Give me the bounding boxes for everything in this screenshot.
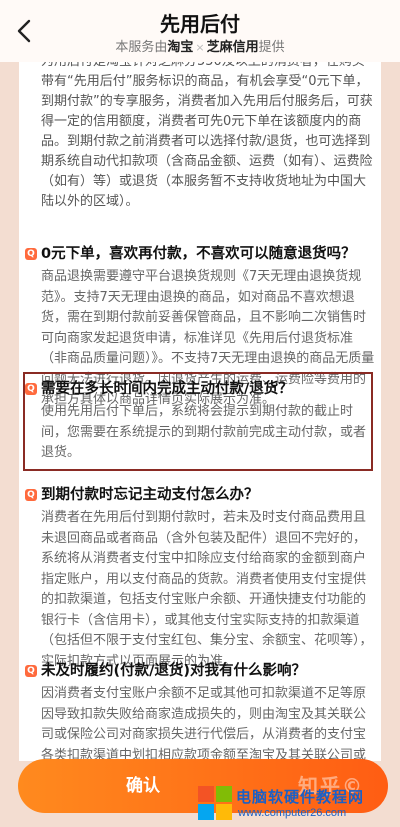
zhima-credit-brand: 芝麻信用 <box>206 40 259 55</box>
intro-paragraph: 为用后付是淘宝针对芝麻分550及以上的消费者，在购买带有“先用后付”服务标识的商… <box>41 54 373 209</box>
page-subtitle: 本服务由淘宝 × 芝麻信用提供 <box>0 36 400 55</box>
faq-answer: 使用先用后付下单后，系统将会提示到期付款的截止时间，您需要在系统提示的到期付款前… <box>41 404 367 460</box>
question-icon: Q <box>25 383 37 395</box>
header-bar: 先用后付 本服务由淘宝 × 芝麻信用提供 <box>0 0 400 62</box>
faq-question: 0元下单，喜欢再付款，不喜欢可以随意退货吗？ <box>41 246 356 262</box>
faq-answer: 因消费者支付宝账户余额不足或其他可扣款渠道不足等原因导致扣款失败给商家造成损失的… <box>41 686 367 761</box>
question-icon: Q <box>25 665 37 677</box>
faq-question: 需要在多长时间内完成主动付款/退货？ <box>41 381 293 397</box>
page-title: 先用后付 <box>160 12 240 36</box>
watermark-url: www.computer26.com <box>238 807 347 819</box>
subtitle-suffix: 提供 <box>258 40 285 55</box>
brand-separator: × <box>195 41 205 54</box>
taobao-brand: 淘宝 <box>167 40 194 55</box>
faq-question: 未及时履约(付款/退货)对我有什么影响？ <box>41 663 307 679</box>
faq-answer: 消费者在先用后付到期付款时，若未及时支付商品费用且未退回商品或者商品（含外包装及… <box>41 510 373 669</box>
question-icon: Q <box>25 489 37 501</box>
subtitle-prefix: 本服务由 <box>115 40 168 55</box>
watermark: 知乎© 电脑软硬件教程网 www.computer26.com <box>198 770 398 825</box>
faq-item: Q 未及时履约(付款/退货)对我有什么影响？ 因消费者支付宝账户余额不足或其他可… <box>25 660 375 761</box>
windows-logo-icon <box>198 786 232 820</box>
question-icon: Q <box>25 248 37 260</box>
faq-item: Q 需要在多长时间内完成主动付款/退货？ 使用先用后付下单后，系统将会提示到期付… <box>25 378 375 464</box>
faq-item: Q 到期付款时忘记主动支付怎么办？ 消费者在先用后付到期付款时，若未及时支付商品… <box>25 484 375 672</box>
faq-panel[interactable]: 为用后付是淘宝针对芝麻分550及以上的消费者，在购买带有“先用后付”服务标识的商… <box>19 48 381 761</box>
watermark-title: 电脑软硬件教程网 <box>236 788 365 806</box>
faq-question: 到期付款时忘记主动支付怎么办？ <box>41 487 259 503</box>
